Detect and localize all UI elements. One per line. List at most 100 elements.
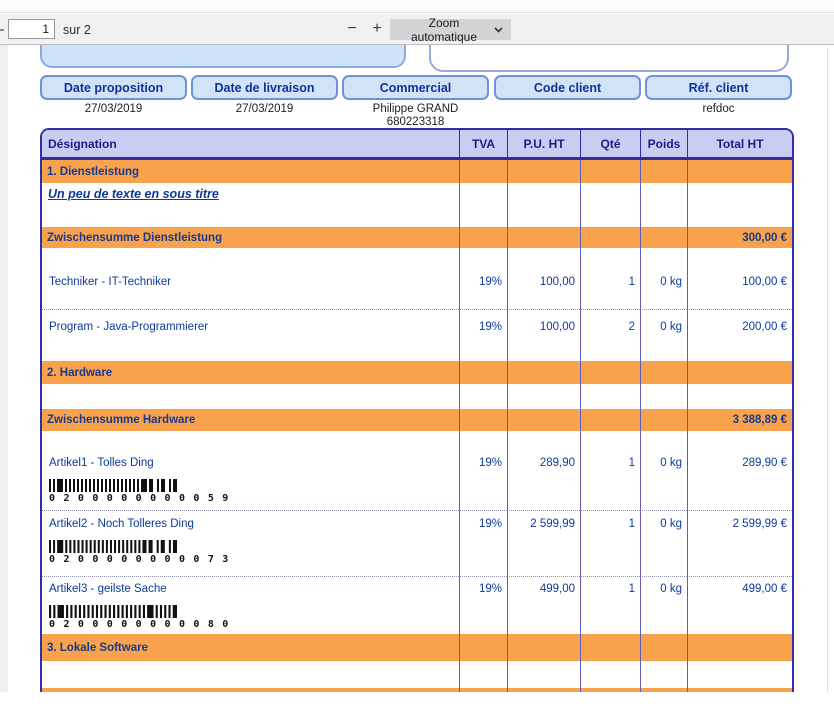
zoom-out-button[interactable]: −	[341, 16, 363, 42]
barcode-digits: 0 2 0 0 0 0 0 0 0 0 0 5 9	[49, 493, 459, 504]
table-row: Artikel3 - geilste Sache 0 2 0 0 0 0 0 0 …	[42, 577, 792, 634]
table-cell	[459, 661, 507, 688]
table-row: Program - Java-Programmierer19%100,0020 …	[42, 310, 792, 361]
table-cell	[580, 688, 640, 692]
item-weight: 0 kg	[640, 310, 687, 361]
table-cell	[507, 160, 580, 183]
item-tva: 19%	[459, 577, 507, 634]
pdf-viewer-area[interactable]: Date propositionDate de livraisonCommerc…	[0, 45, 834, 709]
table-cell	[580, 227, 640, 248]
page-number-input[interactable]	[8, 19, 55, 39]
table-row: 2. Hardware	[42, 361, 792, 384]
field-label-box: Commercial	[342, 75, 489, 100]
table-cell	[459, 384, 507, 409]
field-label-box: Réf. client	[645, 75, 792, 100]
table-cell	[580, 384, 640, 409]
table-row: Artikel1 - Tolles Ding0 2 0 0 0 0 0 0 0 …	[42, 431, 792, 511]
pdf-page: Date propositionDate de livraisonCommerc…	[8, 45, 827, 692]
item-unit-price: 289,90	[507, 431, 580, 511]
item-qty: 1	[580, 248, 640, 310]
column-header: Qté	[580, 130, 640, 157]
item-name: Artikel3 - geilste Sache	[42, 583, 459, 595]
section-label: 3. Lokale Software	[42, 642, 148, 654]
item-unit-price: 499,00	[507, 577, 580, 634]
section-label: 1. Dienstleistung	[42, 166, 139, 178]
barcode: 0 2 0 0 0 0 0 0 0 0 0 7 3	[49, 540, 459, 565]
item-qty: 1	[580, 511, 640, 577]
table-cell	[687, 384, 792, 409]
table-row	[42, 661, 792, 688]
item-total: 2 599,99 €	[687, 511, 792, 577]
barcode: 0 2 0 0 0 0 0 0 0 0 0 8 0	[49, 605, 459, 630]
table-cell: Un peu de texte en sous titre	[42, 183, 459, 227]
address-box-right	[429, 45, 789, 72]
pdf-toolbar: sur 2 − + Zoom automatique	[0, 14, 834, 45]
table-cell	[687, 688, 792, 692]
subtotal-label: Zwischensumme Dienstleistung	[42, 232, 222, 244]
item-unit-price: 100,00	[507, 310, 580, 361]
table-cell	[507, 183, 580, 227]
column-header: Poids	[640, 130, 687, 157]
proposal-table: DésignationTVAP.U. HTQtéPoidsTotal HT 1.…	[40, 128, 794, 692]
item-unit-price: 2 599,99	[507, 511, 580, 577]
item-unit-price: 100,00	[507, 248, 580, 310]
column-header: P.U. HT	[507, 130, 580, 157]
table-cell	[459, 361, 507, 384]
zoom-in-button[interactable]: +	[366, 16, 388, 42]
table-row: Un peu de texte en sous titre	[42, 183, 792, 227]
table-cell: Program - Java-Programmierer	[42, 310, 459, 361]
table-cell: Artikel1 - Tolles Ding0 2 0 0 0 0 0 0 0 …	[42, 431, 459, 511]
table-cell	[640, 384, 687, 409]
field-value: Philippe GRAND680223318	[342, 103, 489, 129]
table-cell	[640, 634, 687, 661]
table-row: Zwischensumme Hardware 3 388,89 €	[42, 409, 792, 431]
table-row: 3. Lokale Software	[42, 634, 792, 661]
zoom-mode-select[interactable]: Zoom automatique	[390, 19, 511, 40]
field-value: 27/03/2019	[40, 103, 187, 116]
table-cell	[580, 409, 640, 431]
barcode-digits: 0 2 0 0 0 0 0 0 0 0 0 8 0	[49, 619, 459, 630]
viewer-gutter	[0, 45, 8, 692]
item-weight: 0 kg	[640, 431, 687, 511]
table-cell	[580, 183, 640, 227]
subtitle-text: Un peu de texte en sous titre	[48, 187, 219, 201]
zoom-mode-label: Zoom automatique	[398, 16, 490, 44]
item-tva: 19%	[459, 431, 507, 511]
table-cell	[42, 688, 459, 692]
barcode-digits: 0 2 0 0 0 0 0 0 0 0 0 7 3	[49, 554, 459, 565]
table-header-row: DésignationTVAP.U. HTQtéPoidsTotal HT	[42, 130, 792, 160]
table-cell	[459, 183, 507, 227]
item-weight: 0 kg	[640, 511, 687, 577]
item-weight: 0 kg	[640, 248, 687, 310]
item-name: Techniker - IT-Techniker	[42, 276, 459, 288]
item-name: Program - Java-Programmierer	[42, 321, 459, 333]
table-cell	[687, 183, 792, 227]
item-total: 499,00 €	[687, 577, 792, 634]
table-cell: Zwischensumme Dienstleistung	[42, 227, 459, 248]
subtotal-amount: 3 388,89 €	[687, 409, 792, 431]
page-right-edge	[827, 47, 828, 692]
table-cell	[687, 661, 792, 688]
field-value: 27/03/2019	[191, 103, 338, 116]
table-cell: Zwischensumme Hardware	[42, 409, 459, 431]
table-cell	[580, 160, 640, 183]
table-cell	[42, 661, 459, 688]
table-cell	[507, 661, 580, 688]
table-row: Zwischensumme Dienstleistung300,00 €	[42, 227, 792, 248]
table-cell: Techniker - IT-Techniker	[42, 248, 459, 310]
item-tva: 19%	[459, 248, 507, 310]
table-cell	[459, 227, 507, 248]
table-cell	[507, 361, 580, 384]
table-cell	[580, 634, 640, 661]
table-row: Techniker - IT-Techniker19%100,0010 kg10…	[42, 248, 792, 310]
table-cell	[507, 384, 580, 409]
table-cell: Artikel2 - Noch Tolleres Ding0 2 0 0 0 0…	[42, 511, 459, 577]
column-header: Désignation	[42, 130, 459, 157]
table-cell	[640, 688, 687, 692]
table-cell	[42, 384, 459, 409]
table-cell	[687, 160, 792, 183]
table-cell	[459, 688, 507, 692]
table-row-clipped	[42, 688, 792, 692]
table-cell	[640, 361, 687, 384]
table-cell	[640, 409, 687, 431]
